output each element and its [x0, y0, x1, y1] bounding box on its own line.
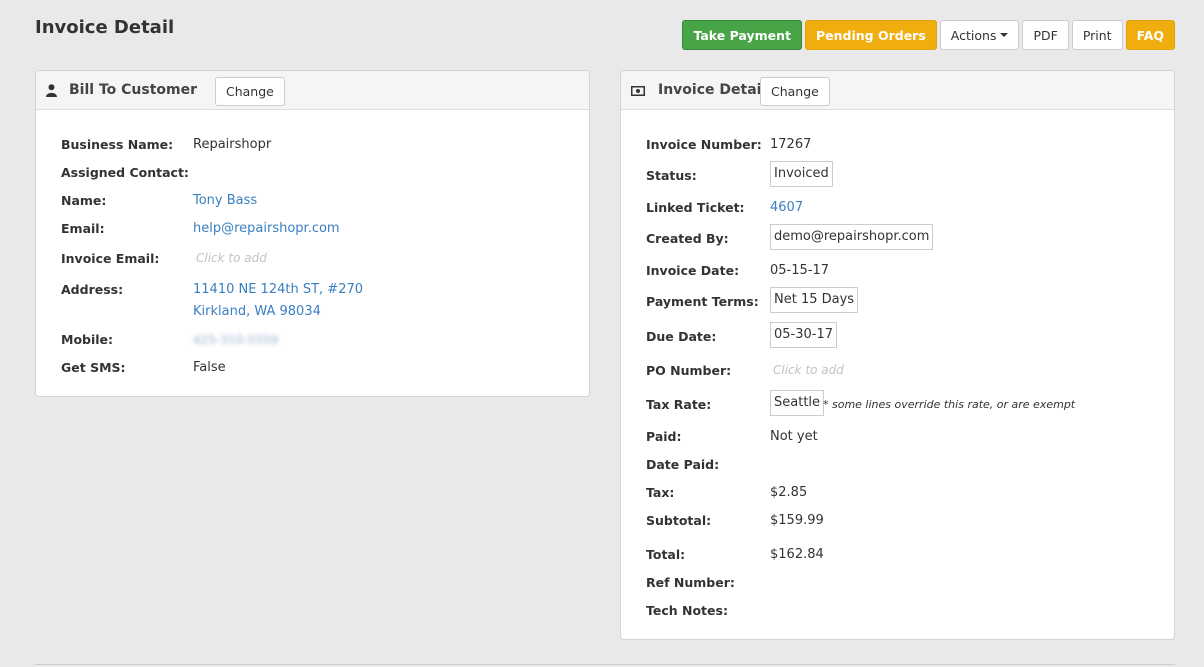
po-number-label: PO Number: — [646, 363, 732, 378]
mobile-value: 425-310-5559 — [193, 333, 279, 347]
pdf-button[interactable]: PDF — [1022, 20, 1069, 50]
faq-button[interactable]: FAQ — [1125, 20, 1175, 50]
subtotal-label: Subtotal: — [646, 513, 712, 528]
linked-ticket-label: Linked Ticket: — [646, 200, 745, 215]
address-label: Address: — [61, 282, 124, 297]
invoice-panel-heading: Invoice Details Change — [621, 71, 1174, 110]
status-value: Invoiced — [770, 161, 833, 187]
actions-dropdown-button[interactable]: Actions — [939, 20, 1020, 50]
paid-label: Paid: — [646, 429, 682, 444]
customer-name-link[interactable]: Tony Bass — [193, 193, 257, 208]
invoice-number-label: Invoice Number: — [646, 137, 762, 152]
user-icon — [46, 84, 57, 101]
mobile-label: Mobile: — [61, 332, 114, 347]
ref-number-label: Ref Number: — [646, 575, 735, 590]
customer-panel-title: Bill To Customer — [69, 82, 197, 98]
invoice-email-field[interactable]: Click to add — [196, 251, 267, 265]
due-date-value: 05-30-17 — [770, 322, 838, 348]
total-label: Total: — [646, 547, 686, 562]
payment-terms-label: Payment Terms: — [646, 294, 759, 309]
tax-rate-value: Seattle — [770, 390, 825, 416]
assigned-contact-label: Assigned Contact: — [61, 165, 189, 180]
bill-to-customer-panel: Bill To Customer Change Business Name: R… — [35, 70, 590, 397]
invoice-number-value: 17267 — [770, 137, 812, 152]
actions-label: Actions — [950, 27, 997, 43]
customer-panel-heading: Bill To Customer Change — [36, 71, 589, 110]
subtotal-value: $159.99 — [770, 513, 824, 528]
tax-rate-label: Tax Rate: — [646, 397, 712, 412]
pending-orders-button[interactable]: Pending Orders — [805, 20, 937, 50]
created-by-value: demo@repairshopr.com — [770, 224, 934, 250]
payment-terms-value: Net 15 Days — [770, 287, 859, 313]
bottom-divider — [35, 664, 1175, 665]
change-customer-button[interactable]: Change — [215, 77, 285, 106]
get-sms-label: Get SMS: — [61, 360, 126, 375]
invoice-email-label: Invoice Email: — [61, 251, 160, 266]
page-title: Invoice Detail — [35, 17, 175, 38]
total-value: $162.84 — [770, 547, 824, 562]
toolbar: Take Payment Pending Orders Actions PDF … — [682, 20, 1175, 50]
tax-label: Tax: — [646, 485, 675, 500]
tech-notes-label: Tech Notes: — [646, 603, 728, 618]
take-payment-button[interactable]: Take Payment — [682, 20, 802, 50]
caret-down-icon — [1000, 33, 1009, 37]
customer-email-link[interactable]: help@repairshopr.com — [193, 221, 340, 236]
print-button[interactable]: Print — [1071, 20, 1123, 50]
address-line1-link[interactable]: 11410 NE 124th ST, #270 — [193, 282, 363, 297]
created-by-label: Created By: — [646, 231, 729, 246]
business-name-value: Repairshopr — [193, 137, 272, 152]
name-label: Name: — [61, 193, 107, 208]
money-icon — [631, 85, 645, 100]
email-label: Email: — [61, 221, 105, 236]
tax-rate-note: * some lines override this rate, or are … — [823, 398, 1076, 411]
change-invoice-button[interactable]: Change — [760, 77, 830, 106]
tax-value: $2.85 — [770, 485, 808, 500]
status-label: Status: — [646, 168, 697, 183]
business-name-label: Business Name: — [61, 137, 174, 152]
invoice-details-panel: Invoice Details Change Invoice Number: 1… — [620, 70, 1175, 640]
address-line2-link[interactable]: Kirkland, WA 98034 — [193, 304, 321, 319]
linked-ticket-link[interactable]: 4607 — [770, 200, 803, 215]
invoice-panel-title: Invoice Details — [658, 82, 775, 98]
invoice-date-value: 05-15-17 — [770, 263, 830, 278]
paid-value: Not yet — [770, 429, 818, 444]
date-paid-label: Date Paid: — [646, 457, 720, 472]
get-sms-value: False — [193, 360, 226, 375]
invoice-date-label: Invoice Date: — [646, 263, 740, 278]
due-date-label: Due Date: — [646, 329, 717, 344]
po-number-field[interactable]: Click to add — [773, 363, 844, 377]
